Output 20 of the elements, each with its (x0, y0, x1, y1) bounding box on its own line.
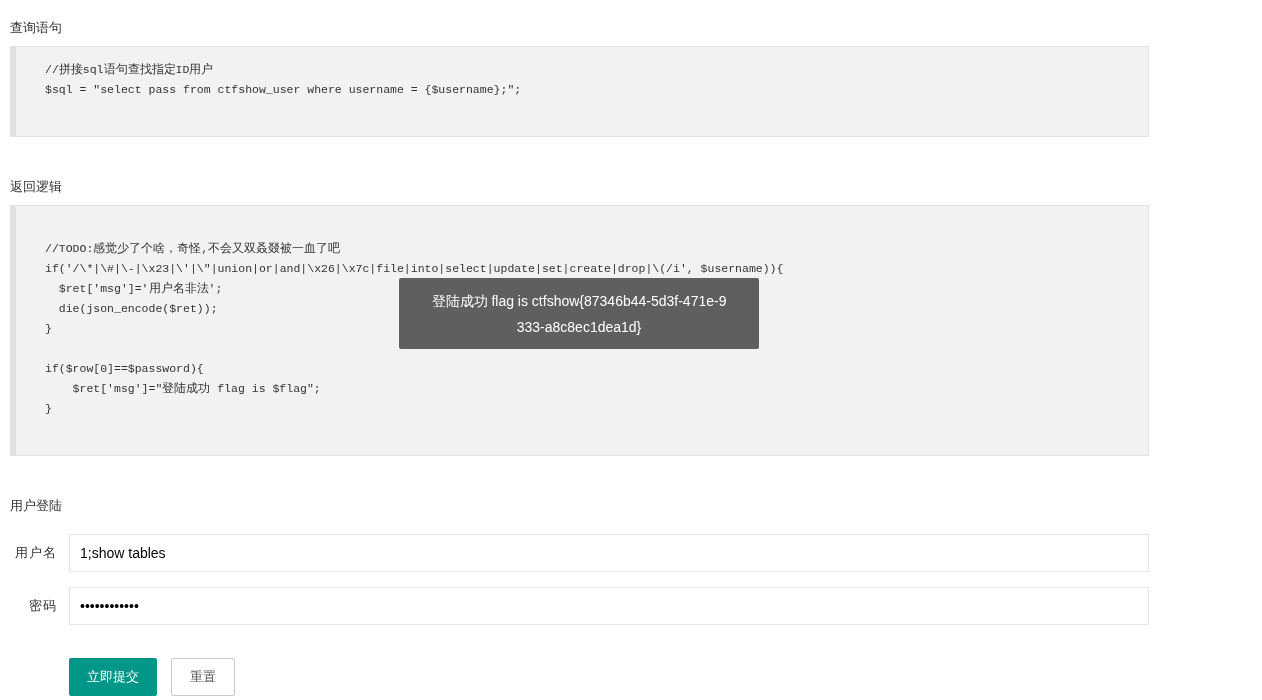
code-line: $sql = "select pass from ctfshow_user where username = {$username};"; (45, 83, 522, 96)
code-line: //拼接sql语句查找指定ID用户 (45, 63, 214, 76)
text-field[interactable]: •••••••••••• (69, 587, 1149, 625)
code-line: $ret['msg']='用户名非法'; (57, 282, 223, 295)
submit-button[interactable]: 立即提交 (69, 658, 157, 696)
section-title: 查询语句 (10, 19, 62, 37)
code-line: } (45, 322, 52, 335)
section-title: 用户登陆 (10, 497, 62, 515)
code-line: die(json_encode($ret)); (57, 302, 218, 315)
code-line: $ret['msg']="登陆成功 flag is $flag"; (71, 382, 321, 395)
code-line: if($row[0]==$password){ (45, 362, 204, 375)
toast-message: 登陆成功 flag is ctfshow{87346b44-5d3f-471e-9333-a8c8ec1dea1d} (399, 278, 759, 349)
section-title: 返回逻辑 (10, 178, 62, 196)
reset-button[interactable]: 重置 (171, 658, 235, 696)
field-label: 密码 (29, 597, 57, 616)
code-line: } (45, 402, 52, 415)
text-field[interactable]: 1;show tables (69, 534, 1149, 572)
field-label: 用户名 (15, 544, 57, 563)
code-line: if('/\*|\#|\-|\x23|\'|\"|union|or|and|\x26|\x7c|file|into|select|update|set|create|drop|\(/i', $username)){ (45, 262, 784, 275)
code-line: //TODO:感觉少了个啥，奇怪,不会又双叒叕被一血了吧 (45, 242, 341, 255)
